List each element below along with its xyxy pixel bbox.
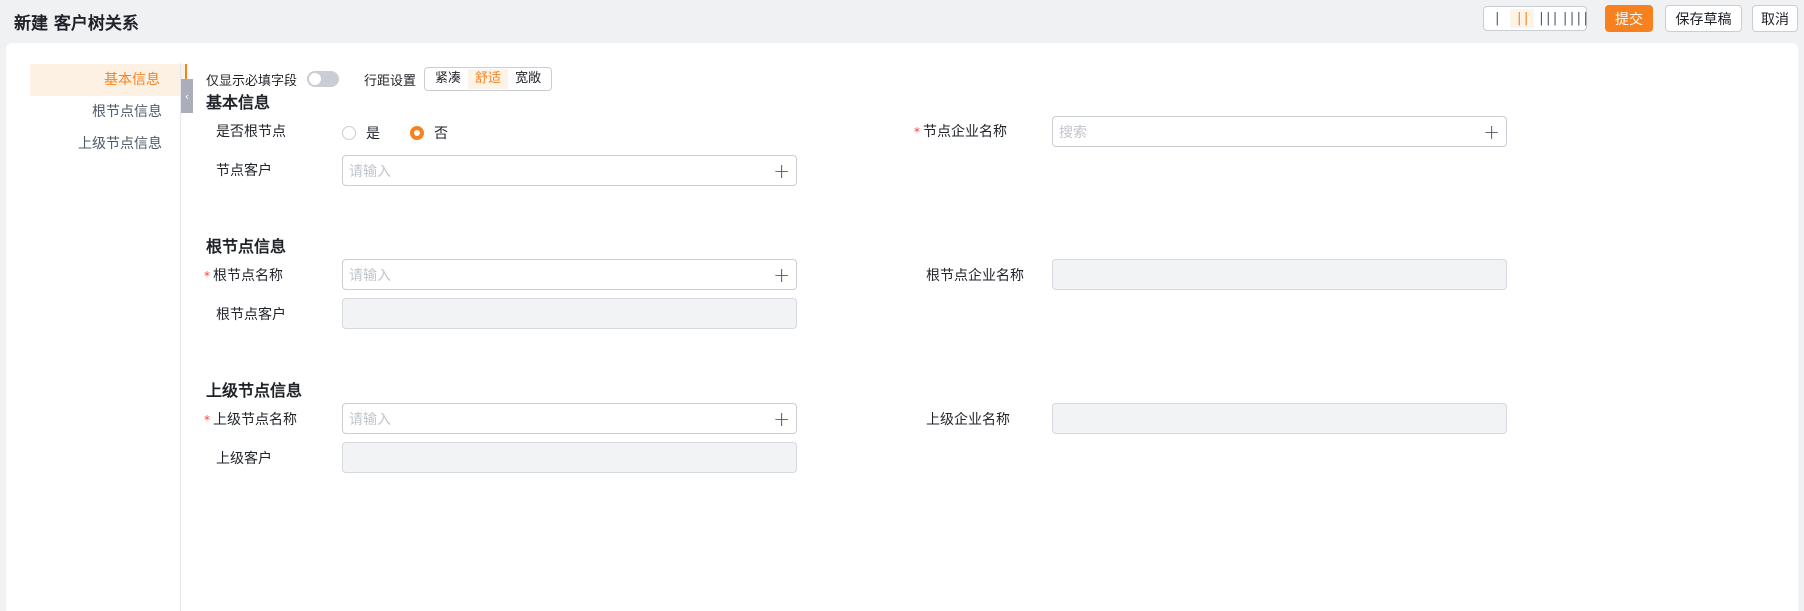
form-card: 基本信息 根节点信息 上级节点信息 ‹ 仅显示必填字段 行距设置 紧凑 舒适 宽… bbox=[6, 43, 1798, 611]
root-customer-input bbox=[342, 298, 797, 329]
section-title-basic: 基本信息 bbox=[206, 93, 271, 112]
is-root-radio-group: 是 否 bbox=[342, 123, 478, 143]
plus-icon[interactable]: + bbox=[773, 161, 790, 181]
spacing-comfortable-option[interactable]: 舒适 bbox=[468, 69, 509, 89]
spacing-compact-option[interactable]: 紧凑 bbox=[428, 69, 468, 89]
root-name-label: * 根节点名称 bbox=[204, 265, 283, 285]
root-company-label: 根节点企业名称 bbox=[926, 268, 1024, 284]
root-company-input bbox=[1052, 259, 1507, 290]
parent-name-input[interactable]: 请输入 + bbox=[342, 403, 797, 434]
node-company-label: * 节点企业名称 bbox=[914, 121, 1007, 141]
collapse-nav-handle[interactable]: ‹ bbox=[181, 79, 193, 113]
node-company-label-text: 节点企业名称 bbox=[923, 124, 1007, 140]
is-root-yes-radio[interactable] bbox=[342, 126, 356, 140]
section-title-root: 根节点信息 bbox=[206, 237, 287, 256]
root-name-label-text: 根节点名称 bbox=[213, 268, 283, 284]
cancel-button[interactable]: 取消 bbox=[1752, 5, 1798, 32]
anchor-item-root[interactable]: 根节点信息 bbox=[30, 96, 187, 128]
required-mark: * bbox=[204, 413, 210, 427]
section-anchor-nav: 基本信息 根节点信息 上级节点信息 bbox=[30, 64, 187, 160]
spacing-label: 行距设置 bbox=[364, 73, 417, 89]
anchor-item-basic[interactable]: 基本信息 bbox=[30, 64, 187, 96]
parent-name-label: * 上级节点名称 bbox=[204, 409, 297, 429]
node-company-placeholder: 搜索 bbox=[1059, 124, 1087, 141]
spacing-loose-option[interactable]: 宽敞 bbox=[508, 69, 548, 89]
node-customer-input[interactable]: 请输入 + bbox=[342, 155, 797, 186]
is-root-yes-label[interactable]: 是 bbox=[366, 123, 380, 143]
save-draft-button[interactable]: 保存草稿 bbox=[1665, 5, 1742, 32]
parent-name-label-text: 上级节点名称 bbox=[213, 412, 297, 428]
required-only-label: 仅显示必填字段 bbox=[206, 73, 298, 89]
plus-icon[interactable]: + bbox=[1483, 122, 1500, 142]
parent-company-label: 上级企业名称 bbox=[926, 412, 1010, 428]
parent-customer-label: 上级客户 bbox=[216, 451, 272, 467]
root-name-input[interactable]: 请输入 + bbox=[342, 259, 797, 290]
node-customer-label: 节点客户 bbox=[216, 163, 272, 179]
column-2-option[interactable]: || bbox=[1510, 9, 1535, 28]
is-root-no-radio[interactable] bbox=[410, 126, 424, 140]
required-mark: * bbox=[914, 125, 920, 139]
nav-divider bbox=[180, 63, 181, 611]
column-3-option[interactable]: ||| bbox=[1536, 9, 1560, 28]
required-only-toggle[interactable] bbox=[307, 71, 340, 87]
section-title-parent: 上级节点信息 bbox=[206, 381, 303, 400]
column-layout-switch[interactable]: | || ||| |||| bbox=[1483, 6, 1590, 31]
form-toolbar: 仅显示必填字段 行距设置 紧凑 舒适 宽敞 bbox=[206, 67, 553, 91]
is-root-label: 是否根节点 bbox=[216, 124, 286, 140]
parent-name-placeholder: 请输入 bbox=[349, 411, 391, 428]
root-name-placeholder: 请输入 bbox=[349, 267, 391, 284]
plus-icon[interactable]: + bbox=[773, 409, 790, 429]
parent-customer-input bbox=[342, 442, 797, 473]
submit-button[interactable]: 提交 bbox=[1605, 5, 1653, 32]
required-mark: * bbox=[204, 269, 210, 283]
column-1-option[interactable]: | bbox=[1485, 9, 1509, 28]
toggle-knob bbox=[309, 73, 322, 85]
plus-icon[interactable]: + bbox=[773, 265, 790, 285]
spacing-segmented-control: 紧凑 舒适 宽敞 bbox=[424, 67, 553, 91]
node-customer-placeholder: 请输入 bbox=[349, 163, 391, 180]
node-company-input[interactable]: 搜索 + bbox=[1052, 116, 1507, 147]
root-customer-label: 根节点客户 bbox=[216, 307, 286, 323]
is-root-no-label[interactable]: 否 bbox=[434, 123, 448, 143]
parent-company-input bbox=[1052, 403, 1507, 434]
page-header: 新建 客户树关系 | || ||| |||| 提交 保存草稿 取消 bbox=[0, 0, 1804, 42]
anchor-item-parent[interactable]: 上级节点信息 bbox=[30, 128, 187, 160]
chevron-left-icon: ‹ bbox=[184, 89, 190, 103]
page-title: 新建 客户树关系 bbox=[14, 14, 139, 34]
column-4-option[interactable]: |||| bbox=[1561, 9, 1589, 28]
